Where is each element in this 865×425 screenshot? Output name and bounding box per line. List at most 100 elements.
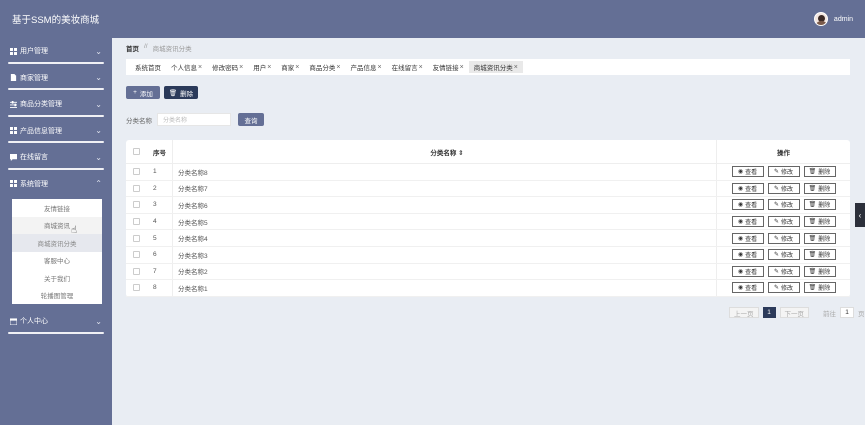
tab-merchants[interactable]: 商家 × [276, 61, 304, 73]
view-button[interactable]: ◉ 查看 [731, 265, 764, 277]
submenu-customer-service[interactable]: 客服中心 [12, 252, 102, 270]
delete-button[interactable]: 🗑 删除 [164, 86, 198, 99]
page-1-button[interactable]: 1 [762, 307, 776, 318]
close-icon[interactable]: × [460, 64, 464, 71]
sidebar-item-categories[interactable]: 商品分类管理 ⌄ [0, 91, 112, 118]
chevron-down-icon: ⌄ [95, 126, 102, 136]
close-icon[interactable]: × [239, 64, 243, 71]
tab-users[interactable]: 用户 × [248, 61, 276, 73]
submenu-links[interactable]: 友情链接 [12, 199, 102, 217]
tab-links[interactable]: 友情链接 × [428, 61, 469, 73]
close-icon[interactable]: × [198, 64, 202, 71]
edit-button[interactable]: ✎ 修改 [767, 182, 800, 194]
close-icon[interactable]: × [419, 64, 423, 71]
tab-home[interactable]: 系统首页 [130, 61, 166, 73]
tab-label: 商城资讯分类 [473, 65, 513, 72]
delete-row-button[interactable]: 🗑 删除 [803, 265, 836, 277]
row-checkbox[interactable] [133, 234, 140, 242]
view-button[interactable]: ◉ 查看 [731, 182, 764, 194]
delete-row-button[interactable]: 🗑 删除 [803, 216, 836, 228]
row-no: 7 [153, 267, 157, 275]
edit-label: 修改 [781, 170, 794, 177]
row-checkbox[interactable] [133, 251, 140, 259]
search-button[interactable]: 查询 [238, 113, 264, 126]
edit-label: 修改 [781, 186, 794, 193]
tab-products[interactable]: 产品信息 × [345, 61, 386, 73]
row-no: 6 [153, 251, 157, 259]
sidebar-item-messages[interactable]: 在线留言 ⌄ [0, 144, 112, 171]
view-label: 查看 [745, 236, 758, 243]
close-icon[interactable]: × [336, 64, 340, 71]
view-button[interactable]: ◉ 查看 [731, 216, 764, 228]
table-row[interactable]: 5 分类名称4 ◉ 查看 ✎ 修改 🗑 删除 [126, 230, 850, 247]
sidebar-item-system[interactable]: 系统管理 ⌃ [0, 171, 112, 198]
view-button[interactable]: ◉ 查看 [731, 199, 764, 211]
view-button[interactable]: ◉ 查看 [731, 249, 764, 261]
submenu-news-category[interactable]: 商城资讯分类 [12, 234, 102, 252]
edit-button[interactable]: ✎ 修改 [767, 166, 800, 178]
row-checkbox[interactable] [133, 267, 140, 275]
table-row[interactable]: 1 分类名称8 ◉ 查看 ✎ 修改 🗑 删除 [126, 164, 850, 181]
table-row[interactable]: 4 分类名称5 ◉ 查看 ✎ 修改 🗑 删除 [126, 213, 850, 231]
delete-row-button[interactable]: 🗑 删除 [803, 282, 836, 294]
edit-button[interactable]: ✎ 修改 [767, 282, 800, 294]
row-checkbox[interactable] [133, 284, 140, 292]
view-label: 查看 [745, 203, 758, 210]
user-menu[interactable]: admin [813, 12, 853, 26]
delete-row-button[interactable]: 🗑 删除 [803, 182, 836, 194]
collapse-handle-chevron-left-icon[interactable]: ‹ [855, 203, 865, 227]
avatar[interactable] [813, 12, 828, 26]
edit-button[interactable]: ✎ 修改 [767, 249, 800, 261]
search-input[interactable]: 分类名称 [157, 113, 231, 126]
add-button[interactable]: + 添加 [126, 86, 160, 99]
submenu-about[interactable]: 关于我们 [12, 269, 102, 287]
edit-button[interactable]: ✎ 修改 [767, 216, 800, 228]
edit-label: 修改 [781, 286, 794, 293]
edit-button[interactable]: ✎ 修改 [767, 265, 800, 277]
table-row[interactable]: 3 分类名称6 ◉ 查看 ✎ 修改 🗑 删除 [126, 197, 850, 214]
select-all-checkbox[interactable] [133, 148, 140, 155]
delete-row-button[interactable]: 🗑 删除 [803, 249, 836, 261]
view-button[interactable]: ◉ 查看 [731, 232, 764, 244]
tab-categories[interactable]: 商品分类 × [304, 61, 345, 73]
tab-label: 商品分类 [309, 65, 336, 72]
view-button[interactable]: ◉ 查看 [731, 282, 764, 294]
submenu-carousel[interactable]: 轮播图管理 [12, 287, 102, 305]
row-checkbox[interactable] [133, 201, 140, 209]
delete-row-button[interactable]: 🗑 删除 [803, 199, 836, 211]
close-icon[interactable]: × [295, 64, 299, 71]
close-icon[interactable]: × [267, 64, 271, 71]
tab-news-category[interactable]: 商城资讯分类 × [468, 61, 523, 73]
next-page-button[interactable]: 下一页 [779, 307, 809, 318]
row-checkbox[interactable] [133, 184, 140, 192]
row-checkbox[interactable] [133, 168, 140, 176]
sidebar-item-profile[interactable]: 个人中心 ⌄ [0, 308, 112, 335]
edit-label: 修改 [781, 220, 794, 227]
breadcrumb-home[interactable]: 首页 [126, 43, 139, 53]
close-icon[interactable]: × [514, 64, 518, 71]
submenu-news[interactable]: 商城资讯 [12, 216, 102, 234]
tab-password[interactable]: 修改密码 × [207, 61, 248, 73]
view-button[interactable]: ◉ 查看 [731, 166, 764, 178]
sidebar-item-users[interactable]: 用户管理 ⌄ [0, 38, 112, 65]
username[interactable]: admin [834, 16, 853, 23]
sidebar-item-merchants[interactable]: 商家管理 ⌄ [0, 65, 112, 92]
header-name[interactable]: 分类名称 ⇕ [172, 140, 716, 163]
page-jump-input[interactable]: 1 [840, 307, 854, 318]
sidebar-item-products[interactable]: 产品信息管理 ⌄ [0, 118, 112, 145]
prev-page-button[interactable]: 上一页 [729, 307, 759, 318]
edit-button[interactable]: ✎ 修改 [767, 199, 800, 211]
table-row[interactable]: 6 分类名称3 ◉ 查看 ✎ 修改 🗑 删除 [126, 246, 850, 264]
row-checkbox[interactable] [133, 218, 140, 226]
table-row[interactable]: 7 分类名称2 ◉ 查看 ✎ 修改 🗑 删除 [126, 263, 850, 281]
row-no: 3 [153, 201, 157, 209]
edit-button[interactable]: ✎ 修改 [767, 232, 800, 244]
delete-row-button[interactable]: 🗑 删除 [803, 232, 836, 244]
table-row[interactable]: 8 分类名称1 ◉ 查看 ✎ 修改 🗑 删除 [126, 280, 850, 297]
row-actions: ◉ 查看 ✎ 修改 🗑 删除 [716, 197, 850, 213]
tab-profile[interactable]: 个人信息 × [166, 61, 207, 73]
delete-row-button[interactable]: 🗑 删除 [803, 166, 836, 178]
table-row[interactable]: 2 分类名称7 ◉ 查看 ✎ 修改 🗑 删除 [126, 180, 850, 198]
close-icon[interactable]: × [377, 64, 381, 71]
tab-messages[interactable]: 在线留言 × [387, 61, 428, 73]
